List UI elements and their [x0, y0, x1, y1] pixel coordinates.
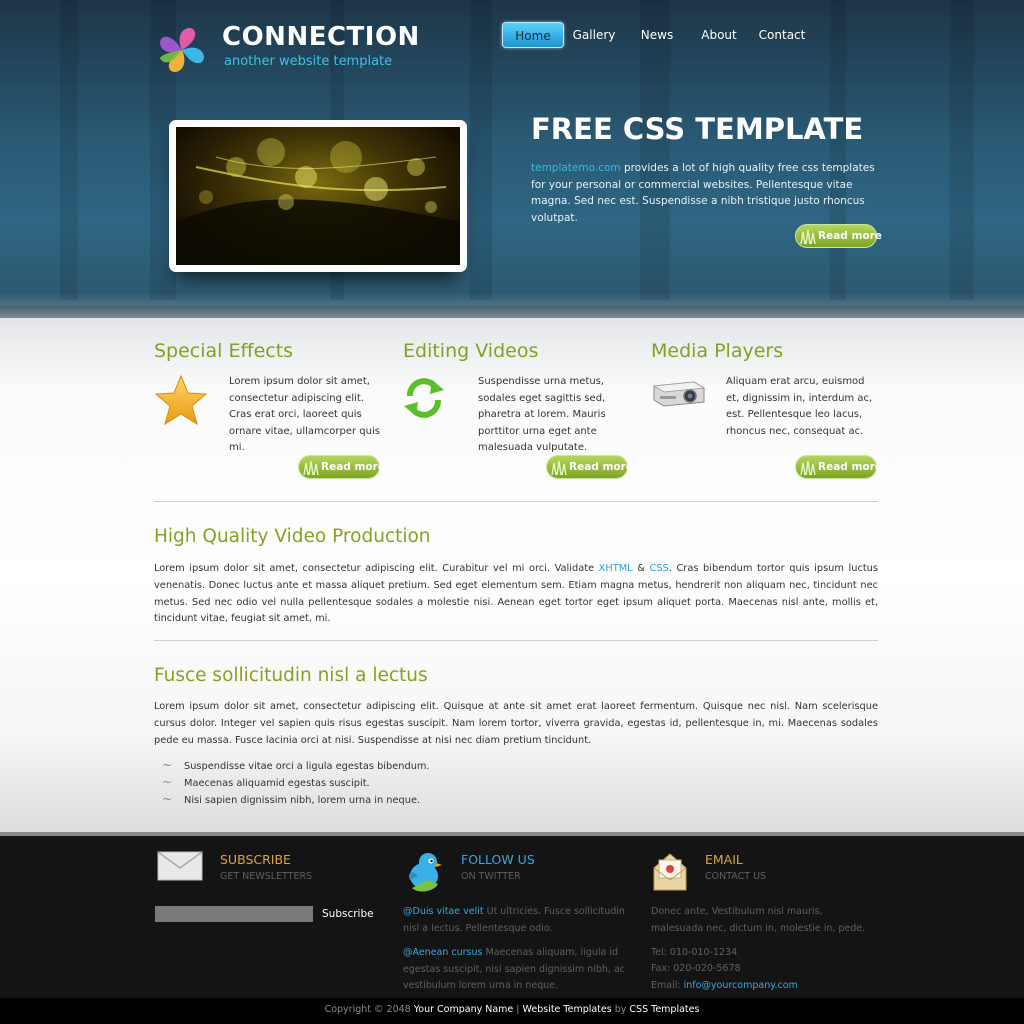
grass-icon — [303, 460, 319, 475]
feature-read-more-button[interactable]: Read more — [298, 455, 385, 479]
xhtml-validate-link[interactable]: XHTML — [599, 563, 633, 574]
site-logo[interactable]: CONNECTION another website template — [154, 20, 419, 82]
feature-text-media-players: Aliquam erat arcu, euismod et, dignissim… — [726, 376, 873, 437]
twitter-subtitle: ON TWITTER — [461, 871, 521, 882]
star-icon — [154, 374, 208, 426]
bokeh-hexagon-graphic — [176, 138, 460, 265]
envelope-icon — [157, 851, 203, 881]
list-item: ~ Nisi sapien dignissim nibh, lorem urna … — [162, 792, 420, 806]
css-templates-link[interactable]: CSS Templates — [629, 1004, 699, 1015]
background-stripe — [950, 0, 974, 300]
subscribe-title: SUBSCRIBE — [220, 852, 291, 867]
tilde-bullet-icon: ~ — [162, 792, 173, 806]
feature-read-more-button[interactable]: Read more — [795, 455, 882, 479]
separator: | — [513, 1004, 523, 1015]
tweet: @Aenean cursus Maecenas aliquam, ligula … — [403, 945, 629, 995]
templatemo-link[interactable]: templatemo.com — [531, 162, 621, 174]
background-stripe — [830, 0, 846, 300]
email-label: Email: — [651, 980, 684, 991]
grass-icon — [800, 229, 816, 244]
grass-icon — [800, 460, 816, 475]
feature-text-special-effects: Lorem ipsum dolor sit amet, consectetur … — [229, 376, 380, 453]
fax-number: Fax: 020-020-5678 — [651, 963, 741, 974]
read-more-label: Read more — [321, 461, 385, 473]
hero-image — [176, 127, 460, 265]
refresh-arrows-icon — [404, 378, 444, 418]
hero-description: templatemo.com provides a lot of high qu… — [531, 160, 876, 226]
nav-item-news[interactable]: News — [637, 22, 677, 48]
list-item: ~ Suspendisse vitae orci a ligula egestas… — [162, 758, 430, 772]
tweet-handle-link[interactable]: @Aenean cursus — [403, 947, 482, 958]
email-subtitle: CONTACT US — [705, 871, 767, 882]
list-item-text: Nisi sapien dignissim nibh, lorem urna i… — [184, 795, 421, 806]
hero-read-more-button[interactable]: Read more — [795, 224, 882, 248]
divider — [154, 640, 878, 641]
section-title-fusce: Fusce sollicitudin nisl a lectus — [154, 665, 428, 686]
background-stripe — [60, 0, 78, 300]
grass-icon — [551, 460, 567, 475]
read-more-label: Read more — [569, 461, 633, 473]
email-address-link[interactable]: info@yourcompany.com — [684, 980, 798, 991]
nav-item-home[interactable]: Home — [502, 22, 564, 48]
feature-text-editing-videos: Suspendisse urna metus, sodales eget sag… — [478, 376, 606, 453]
by-text: by — [611, 1004, 630, 1015]
twitter-bird-icon — [408, 853, 442, 892]
list-item: ~ Maecenas aliquamid egestas suscipit. — [162, 775, 370, 789]
phone-number: Tel: 010-010-1234 — [651, 947, 738, 958]
subscribe-subtitle: GET NEWSLETTERS — [220, 871, 313, 882]
section-text-part: Lorem ipsum dolor sit amet, consectetur … — [154, 563, 599, 574]
feature-title-special-effects: Special Effects — [154, 340, 294, 362]
ampersand-text: & — [632, 563, 650, 574]
pinwheel-logo-icon — [160, 28, 204, 72]
copyright-prefix: Copyright © 2048 — [324, 1004, 414, 1015]
tilde-bullet-icon: ~ — [162, 775, 173, 789]
background-stripe — [470, 0, 492, 300]
list-item-text: Maecenas aliquamid egestas suscipit. — [184, 778, 370, 789]
list-item-text: Suspendisse vitae orci a ligula egestas … — [184, 761, 430, 772]
copyright-bar: Copyright © 2048 Your Company Name | Web… — [0, 998, 1024, 1024]
subscribe-button[interactable]: Subscribe — [322, 906, 374, 922]
section-text-fusce: Lorem ipsum dolor sit amet, consectetur … — [154, 701, 878, 746]
tilde-bullet-icon: ~ — [162, 758, 173, 772]
header-hero: CONNECTION another website template Home… — [0, 0, 1024, 318]
company-name-link[interactable]: Your Company Name — [414, 1004, 514, 1015]
newsletter-email-input[interactable] — [155, 906, 313, 922]
logo-title: CONNECTION — [222, 22, 420, 52]
tweet: @Duis vitae velit Ut ultricies. Fusce so… — [403, 904, 629, 937]
hero-title: FREE CSS TEMPLATE — [531, 112, 864, 146]
section-title-video-production: High Quality Video Production — [154, 526, 431, 547]
open-envelope-icon — [653, 853, 687, 891]
nav-item-about[interactable]: About — [698, 22, 740, 48]
hero-screen-frame — [169, 120, 467, 272]
nav-item-gallery[interactable]: Gallery — [570, 22, 618, 48]
email-title: EMAIL — [705, 852, 743, 867]
email-address-row: Email: info@yourcompany.com — [651, 978, 877, 995]
email-description: Donec ante, Vestibulum nisl mauris, male… — [651, 906, 866, 934]
projector-icon — [652, 381, 706, 407]
nav-item-contact[interactable]: Contact — [758, 22, 806, 48]
twitter-title: FOLLOW US — [461, 852, 535, 867]
logo-subtitle: another website template — [224, 54, 393, 69]
feature-read-more-button[interactable]: Read more — [546, 455, 633, 479]
tweet-handle-link[interactable]: @Duis vitae velit — [403, 906, 484, 917]
divider — [154, 501, 878, 502]
feature-title-media-players: Media Players — [651, 340, 784, 362]
feature-title-editing-videos: Editing Videos — [403, 340, 539, 362]
section-text-video-production: Lorem ipsum dolor sit amet, consectetur … — [154, 561, 878, 628]
read-more-label: Read more — [818, 461, 882, 473]
website-templates-link[interactable]: Website Templates — [523, 1004, 612, 1015]
hero-bottom-band — [0, 306, 1024, 318]
read-more-label: Read more — [818, 230, 882, 242]
css-validate-link[interactable]: CSS — [649, 563, 668, 574]
